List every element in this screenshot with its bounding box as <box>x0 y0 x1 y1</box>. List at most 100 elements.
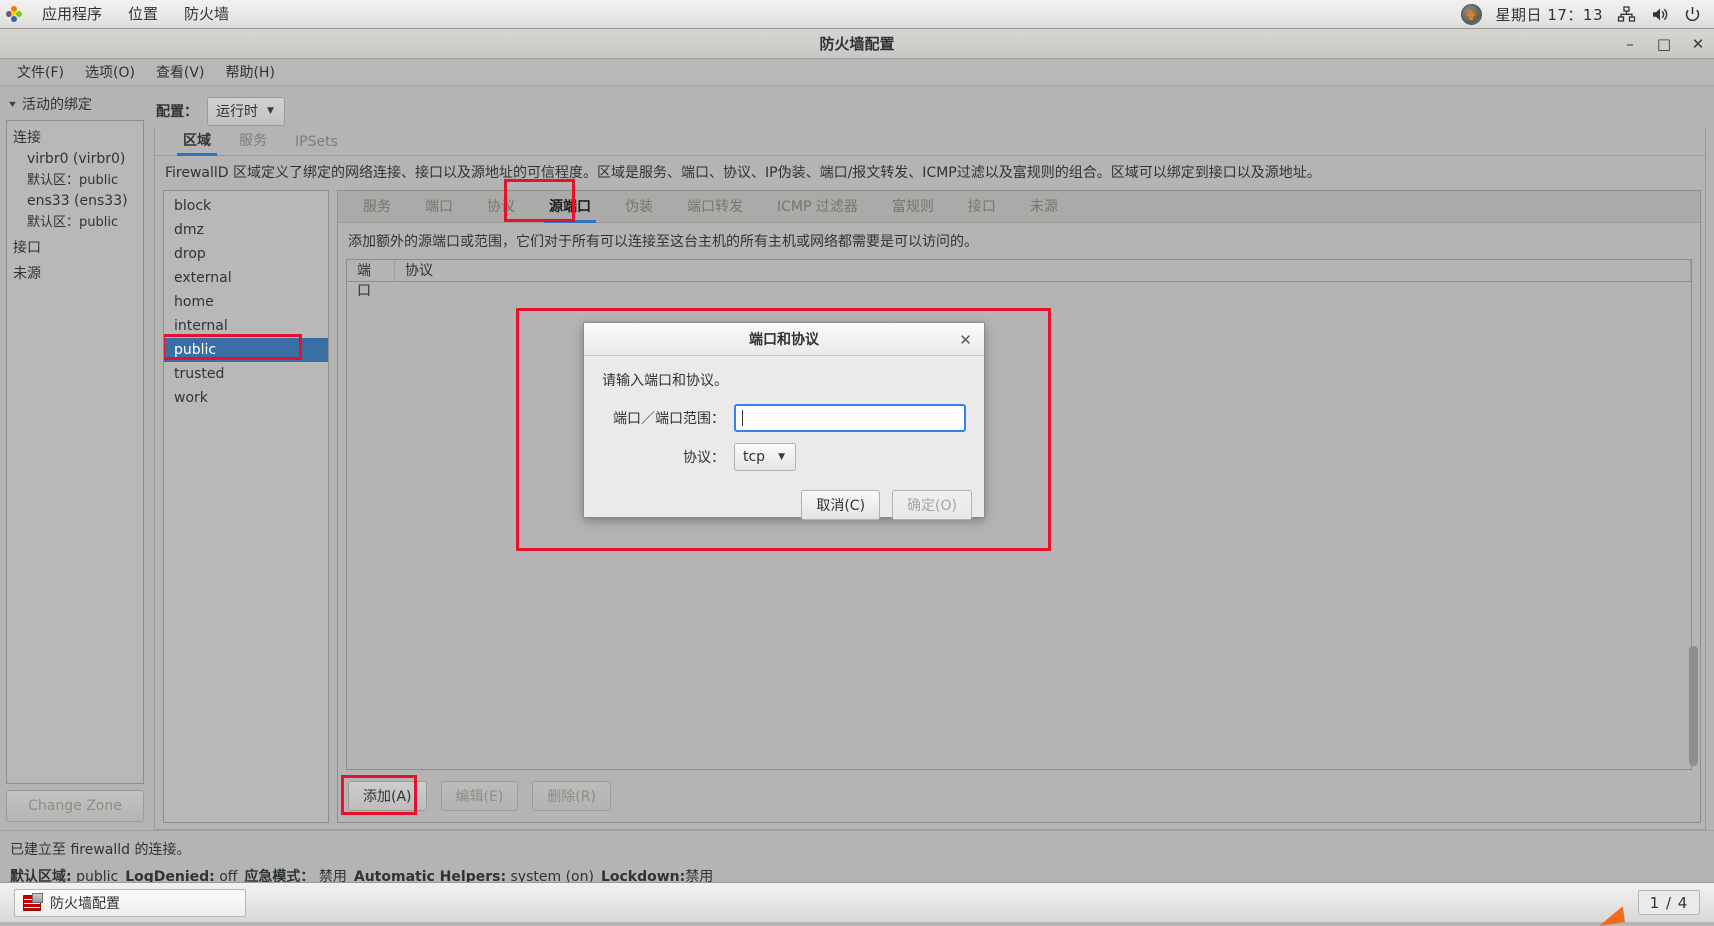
edit-button: 编辑(E) <box>441 781 519 811</box>
panel-tray-group: 星期日 17：13 <box>1461 0 1714 29</box>
protocol-label: 协议： <box>602 447 734 467</box>
zone-label: 默认区 <box>27 173 66 188</box>
taskbar-window-button[interactable]: 防火墙配置 <box>14 889 246 917</box>
source-ports-table[interactable]: 端口 协议 <box>346 259 1692 770</box>
configuration-label: 配置： <box>156 101 198 121</box>
vertical-scrollbar[interactable] <box>1689 646 1698 766</box>
zone-row-public[interactable]: public <box>164 338 328 362</box>
zone-row-dmz[interactable]: dmz <box>164 218 328 242</box>
menu-help[interactable]: 帮助(H) <box>216 59 283 85</box>
status-bar: 已建立至 firewalld 的连接。 默认区域: public LogDeni… <box>0 830 1714 882</box>
dialog-body: 请输入端口和协议。 端口／端口范围： 协议： tcp ▼ <box>584 356 984 482</box>
dialog-title: 端口和协议 <box>749 329 819 349</box>
change-zone-button[interactable]: Change Zone <box>6 790 144 822</box>
active-bindings-label: 活动的绑定 <box>22 94 92 114</box>
connection-zone-ens33: 默认区：public <box>27 211 141 233</box>
zone-tab-source-ports[interactable]: 源端口 <box>532 190 608 222</box>
panel-clock[interactable]: 星期日 17：13 <box>1496 4 1603 25</box>
taskbar-window-label: 防火墙配置 <box>50 893 120 913</box>
network-icon[interactable] <box>1617 5 1636 24</box>
list-item[interactable]: ens33 (ens33) 默认区：public <box>13 191 141 233</box>
zone-tab-ports[interactable]: 端口 <box>408 190 470 222</box>
volume-icon[interactable] <box>1650 5 1669 24</box>
zone-tab-protocols[interactable]: 协议 <box>470 190 532 222</box>
main-tabstrip: 区域 服务 IPSets <box>155 128 1705 156</box>
dialog-title-bar: 端口和协议 ✕ <box>584 323 984 356</box>
group-label-interfaces: 接口 <box>13 235 141 259</box>
port-range-label: 端口／端口范围： <box>602 408 734 428</box>
source-ports-actions: 添加(A) 编辑(E) 删除(R) <box>338 770 1700 822</box>
workspace-switcher[interactable]: 1 / 4 <box>1638 890 1700 915</box>
zone-value: public <box>79 215 118 230</box>
menu-file[interactable]: 文件(F) <box>8 59 73 85</box>
maximize-button[interactable]: □ <box>1656 36 1672 52</box>
zone-label: 默认区 <box>27 215 66 230</box>
tray-firewall-applet-icon[interactable] <box>1461 4 1482 25</box>
configuration-value: 运行时 <box>216 101 258 121</box>
dialog-ok-button: 确定(O) <box>892 490 972 520</box>
connection-zone-virbr0: 默认区：public <box>27 169 141 191</box>
zone-row-internal[interactable]: internal <box>164 314 328 338</box>
remove-button: 删除(R) <box>532 781 611 811</box>
active-bindings-sidebar: ▾ 活动的绑定 连接 virbr0 (virbr0) 默认区：public en… <box>0 86 150 830</box>
power-icon[interactable] <box>1683 5 1702 24</box>
list-item[interactable]: virbr0 (virbr0) 默认区：public <box>13 149 141 191</box>
configuration-select[interactable]: 运行时 ▼ <box>207 97 285 126</box>
window-title: 防火墙配置 <box>819 33 894 54</box>
port-protocol-dialog: 端口和协议 ✕ 请输入端口和协议。 端口／端口范围： 协议： tcp ▼ 取消(… <box>583 322 985 518</box>
bindings-group-connections: 连接 virbr0 (virbr0) 默认区：public ens33 (ens… <box>13 125 141 233</box>
dialog-cancel-button[interactable]: 取消(C) <box>801 490 880 520</box>
zone-tab-masquerading[interactable]: 伪装 <box>608 190 670 222</box>
zone-tabstrip: 服务 端口 协议 源端口 伪装 端口转发 ICMP 过滤器 富规则 接口 未源 <box>338 191 1700 223</box>
zone-tab-interfaces[interactable]: 接口 <box>951 190 1013 222</box>
menu-bar: 文件(F) 选项(O) 查看(V) 帮助(H) <box>0 59 1714 86</box>
connection-name-virbr0: virbr0 (virbr0) <box>27 149 141 169</box>
text-caret <box>742 410 743 426</box>
menu-view[interactable]: 查看(V) <box>147 59 214 85</box>
column-header-port[interactable]: 端口 <box>347 260 395 281</box>
tab-zones[interactable]: 区域 <box>169 127 225 155</box>
zone-row-home[interactable]: home <box>164 290 328 314</box>
zone-row-external[interactable]: external <box>164 266 328 290</box>
bindings-list[interactable]: 连接 virbr0 (virbr0) 默认区：public ens33 (ens… <box>6 120 144 784</box>
close-icon[interactable]: ✕ <box>957 331 974 348</box>
panel-menu-places[interactable]: 位置 <box>115 0 171 29</box>
dialog-prompt: 请输入端口和协议。 <box>602 370 966 404</box>
zone-detail-notebook: 服务 端口 协议 源端口 伪装 端口转发 ICMP 过滤器 富规则 接口 未源 <box>337 190 1701 823</box>
desktop-taskbar: 防火墙配置 1 / 4 <box>0 882 1714 922</box>
zone-tab-services[interactable]: 服务 <box>346 190 408 222</box>
zone-list[interactable]: block dmz drop external home internal pu… <box>163 190 329 823</box>
applications-logo-icon <box>6 6 22 22</box>
firewall-icon <box>23 895 41 911</box>
connection-status: 已建立至 firewalld 的连接。 <box>8 837 1706 866</box>
column-header-protocol[interactable]: 协议 <box>395 260 1691 281</box>
panel-menu-applications[interactable]: 应用程序 <box>29 0 115 29</box>
bindings-group-interfaces: 接口 <box>13 235 141 259</box>
zone-tab-icmp-filter[interactable]: ICMP 过滤器 <box>760 190 875 222</box>
port-field-row: 端口／端口范围： <box>602 404 966 432</box>
protocol-field-row: 协议： tcp ▼ <box>602 443 966 471</box>
menu-options[interactable]: 选项(O) <box>76 59 144 85</box>
add-button[interactable]: 添加(A) <box>348 781 427 811</box>
zone-value: public <box>79 173 118 188</box>
close-button[interactable]: ✕ <box>1690 36 1706 52</box>
zone-row-trusted[interactable]: trusted <box>164 362 328 386</box>
protocol-select[interactable]: tcp ▼ <box>734 443 796 471</box>
tab-services[interactable]: 服务 <box>225 127 281 155</box>
zone-row-block[interactable]: block <box>164 194 328 218</box>
group-label-connections: 连接 <box>13 125 141 149</box>
group-label-sources: 未源 <box>13 261 141 285</box>
zone-row-drop[interactable]: drop <box>164 242 328 266</box>
chevron-down-icon: ▾ <box>9 99 16 110</box>
zone-row-work[interactable]: work <box>164 386 328 410</box>
minimize-button[interactable]: – <box>1622 36 1638 52</box>
zone-tab-rich-rules[interactable]: 富规则 <box>875 190 951 222</box>
active-bindings-expander[interactable]: ▾ 活动的绑定 <box>6 94 144 114</box>
port-range-input[interactable] <box>734 404 966 432</box>
tab-ipsets[interactable]: IPSets <box>281 131 352 155</box>
zone-description: FirewallD 区域定义了绑定的网络连接、接口以及源地址的可信程度。区域是服… <box>155 156 1705 190</box>
zone-tab-port-forwarding[interactable]: 端口转发 <box>670 190 760 222</box>
zone-tab-sources[interactable]: 未源 <box>1013 190 1075 222</box>
panel-left-group: 应用程序 位置 防火墙 <box>0 0 242 29</box>
panel-menu-firewall[interactable]: 防火墙 <box>171 0 242 29</box>
